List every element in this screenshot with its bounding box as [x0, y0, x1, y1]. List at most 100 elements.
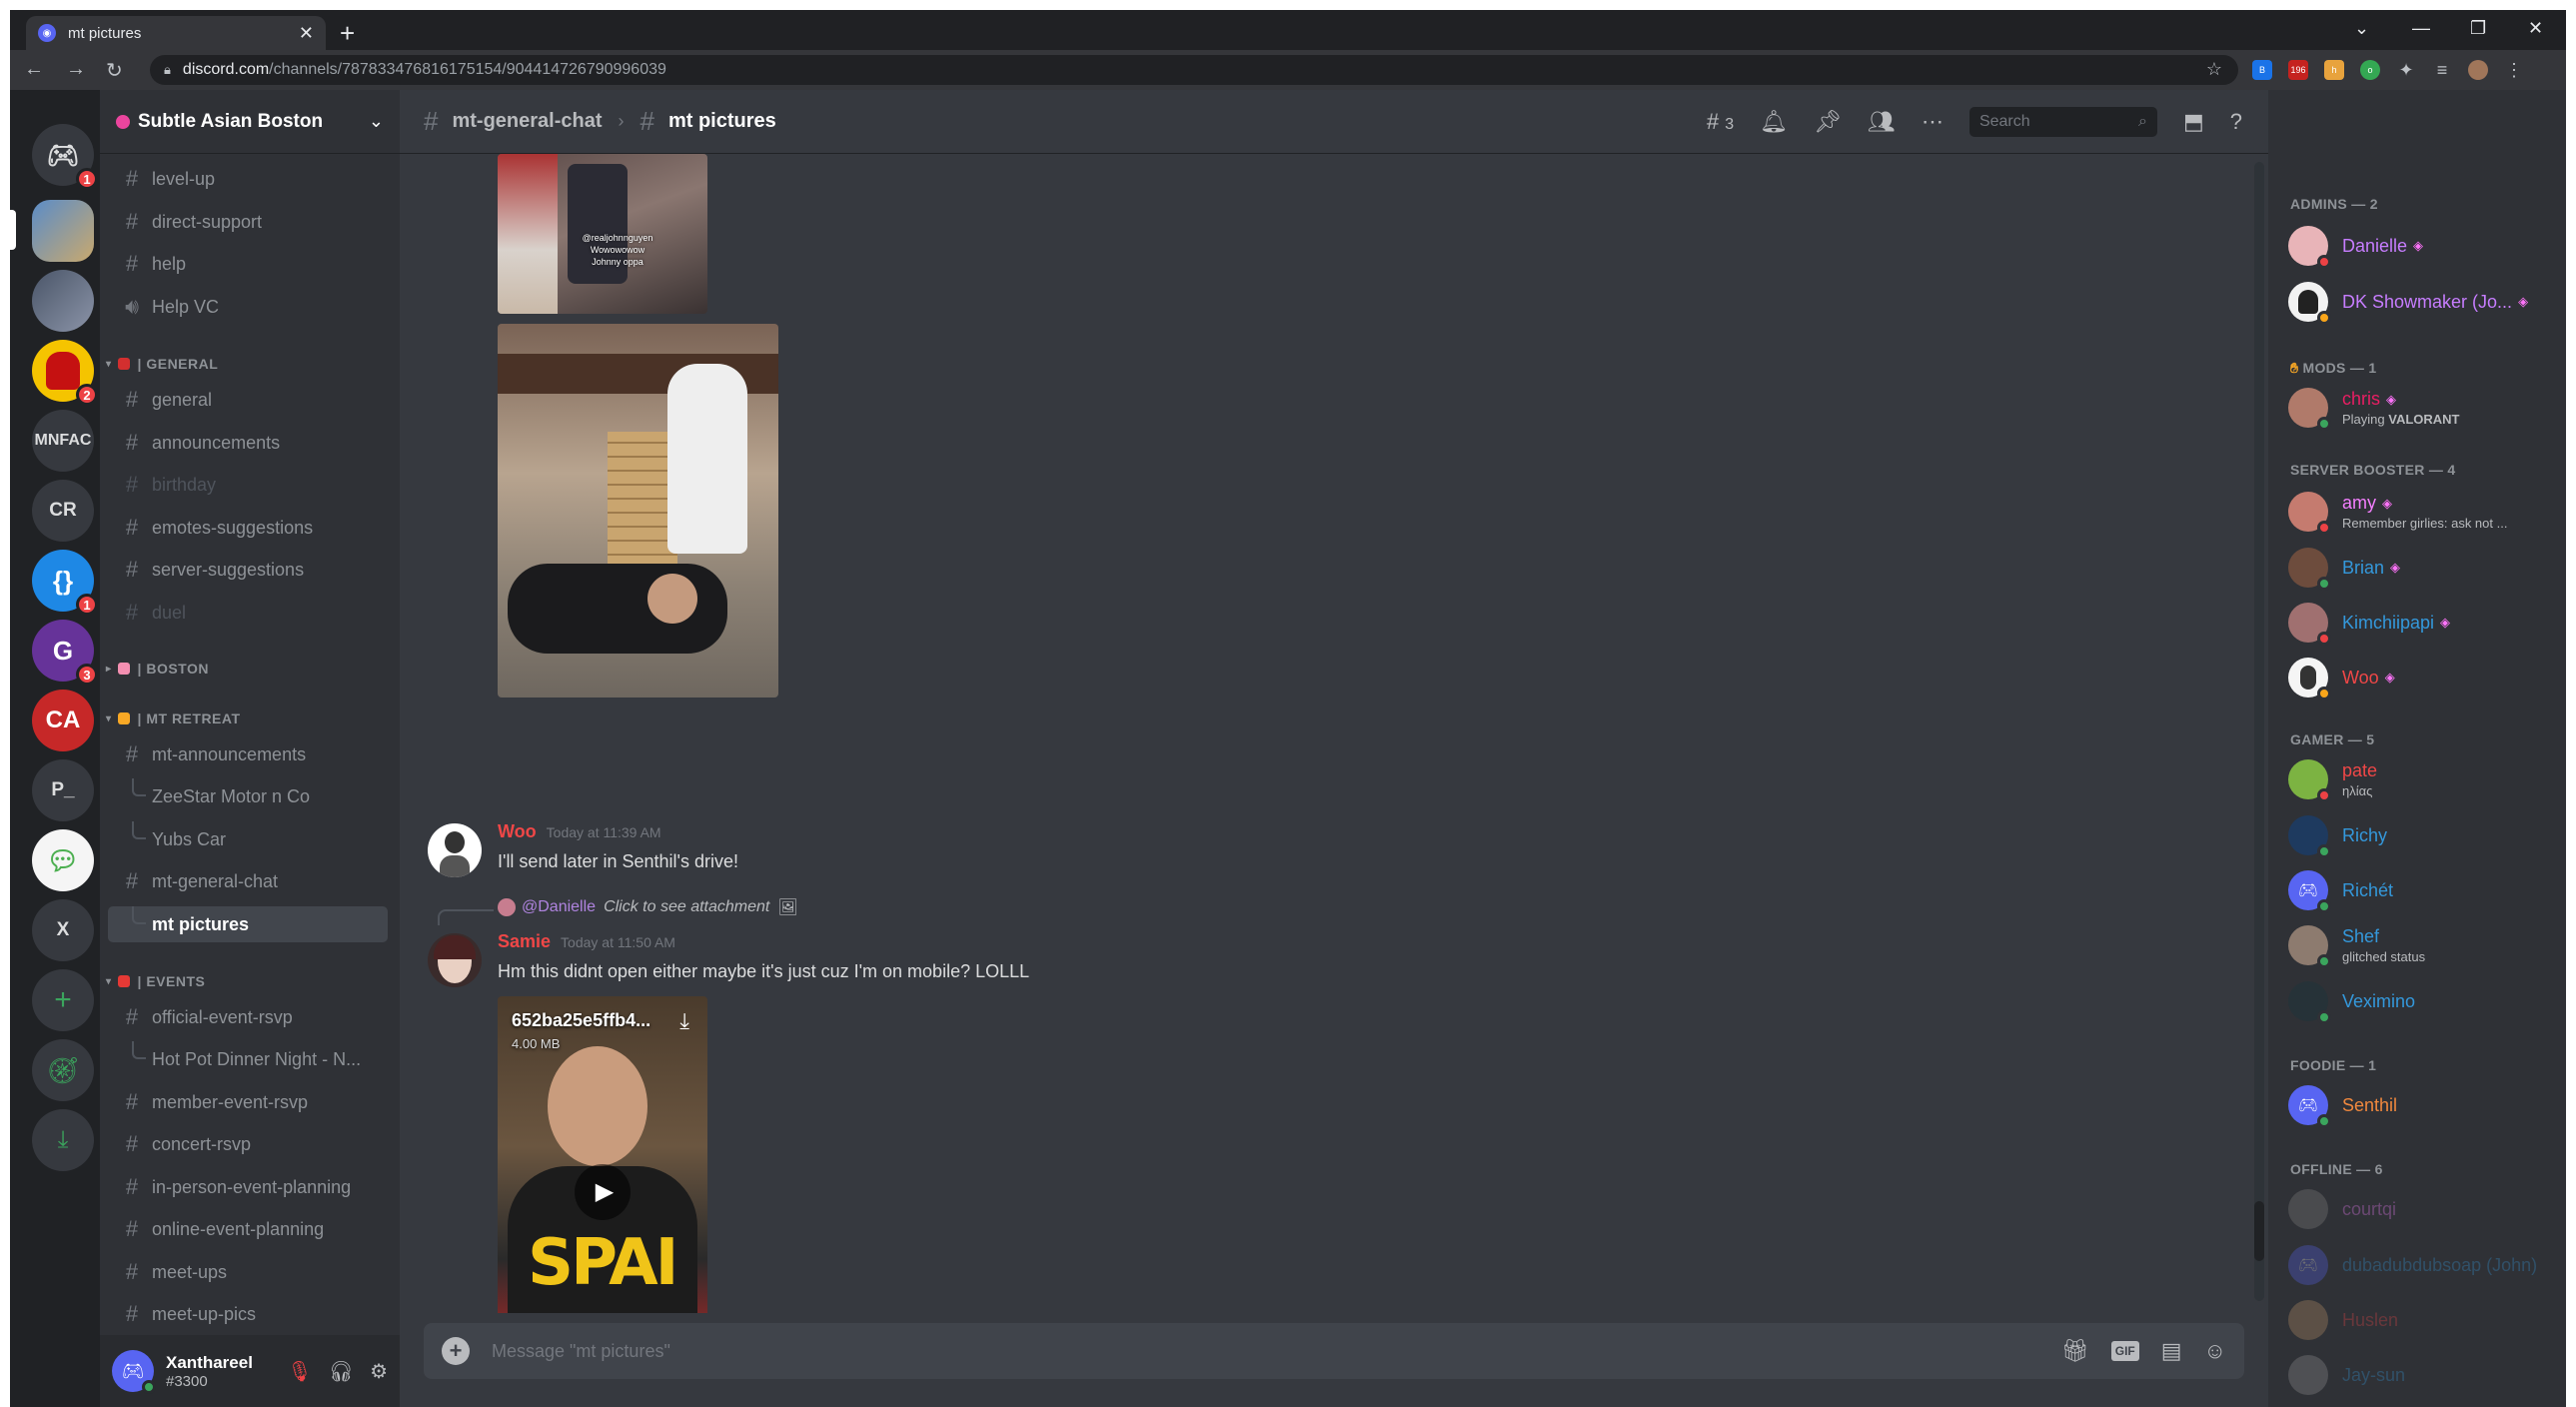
channel-mt-general-chat[interactable]: # mt-general-chat: [108, 863, 388, 899]
member-courtqi[interactable]: courtqi: [2288, 1185, 2558, 1233]
category-general[interactable]: ▾ | GENERAL: [106, 356, 218, 372]
channel-concert-rsvp[interactable]: # concert-rsvp: [108, 1126, 388, 1162]
member-richet[interactable]: 🎮︎ Richét: [2288, 866, 2558, 914]
message-input[interactable]: Message "mt pictures": [492, 1341, 2039, 1362]
member-amy[interactable]: amy ◈ Remember girlies: ask not ...: [2288, 488, 2558, 536]
channel-duel[interactable]: # duel: [108, 595, 388, 631]
reload-button[interactable]: ↻: [106, 58, 123, 83]
message-scrollbar[interactable]: [2254, 162, 2264, 1301]
image-attachment[interactable]: [498, 324, 778, 698]
message-author[interactable]: Samie: [498, 931, 551, 952]
user-avatar[interactable]: 🎮︎: [112, 1350, 156, 1394]
image-attachment[interactable]: @realjohnnguyen Wowowowow Johnny oppa: [498, 154, 707, 314]
channel-in-person-event-planning[interactable]: # in-person-event-planning: [108, 1169, 388, 1205]
user-info[interactable]: Xanthareel #3300: [166, 1353, 271, 1390]
extension-honey-icon[interactable]: h: [2324, 60, 2344, 80]
gif-button[interactable]: GIF: [2110, 1341, 2139, 1361]
category-boston[interactable]: ▸ | BOSTON: [106, 661, 209, 677]
server-icon-cr[interactable]: CR: [32, 480, 94, 542]
member-dubadubdubsoap[interactable]: 🎮︎ dubadubdubsoap (John): [2288, 1241, 2558, 1289]
channel-emotes-suggestions[interactable]: # emotes-suggestions: [108, 510, 388, 546]
channel-online-event-planning[interactable]: # online-event-planning: [108, 1211, 388, 1247]
server-icon-mnfac[interactable]: MNFAC: [32, 410, 94, 472]
help-icon[interactable]: ?: [2230, 109, 2242, 135]
user-avatar[interactable]: [428, 823, 482, 877]
member-dk-showmaker[interactable]: DK Showmaker (Jo... ◈: [2288, 278, 2558, 326]
address-bar[interactable]: 🔒︎ discord.com/channels/7878334768161751…: [150, 55, 2238, 85]
tab-search-icon[interactable]: ⌄: [2354, 18, 2369, 39]
new-tab-button[interactable]: +: [340, 20, 355, 46]
member-veximino[interactable]: Veximino: [2288, 977, 2558, 1025]
channel-help-vc[interactable]: 🔊︎ Help VC: [108, 289, 388, 325]
member-richy[interactable]: Richy: [2288, 811, 2558, 859]
channel-announcements[interactable]: # announcements: [108, 425, 388, 461]
parent-channel-name[interactable]: mt-general-chat: [452, 110, 602, 133]
channel-mt-announcements[interactable]: # mt-announcements: [108, 736, 388, 772]
extension-adblock-icon[interactable]: 196: [2288, 60, 2308, 80]
scrollbar-thumb[interactable]: [2254, 1201, 2264, 1261]
channel-meet-up-pics[interactable]: # meet-up-pics: [108, 1296, 388, 1332]
channel-general[interactable]: # general: [108, 382, 388, 418]
channel-server-suggestions[interactable]: # server-suggestions: [108, 552, 388, 588]
server-icon-p[interactable]: P_: [32, 759, 94, 821]
profile-avatar[interactable]: [2468, 60, 2488, 80]
server-icon-ca[interactable]: CA: [32, 690, 94, 751]
browser-tab[interactable]: ◉ mt pictures ✕: [26, 16, 326, 50]
download-apps-icon[interactable]: ⤓: [32, 1109, 94, 1171]
category-mt-retreat[interactable]: ▾ | MT RETREAT: [106, 710, 241, 726]
play-button-icon[interactable]: ▶: [575, 1163, 631, 1220]
threads-icon[interactable]: #3: [1707, 109, 1734, 135]
channel-help[interactable]: # help: [108, 246, 388, 282]
server-icon-among-us[interactable]: 2: [32, 340, 98, 406]
restore-button[interactable]: ❐: [2470, 18, 2486, 39]
server-icon-chat[interactable]: 💬︎: [32, 829, 94, 891]
channel-official-event-rsvp[interactable]: # official-event-rsvp: [108, 999, 388, 1035]
mute-microphone-icon[interactable]: 🎙︎: [287, 1359, 312, 1384]
search-input[interactable]: Search ⌕: [1968, 107, 2157, 137]
extension-bitwarden-icon[interactable]: B: [2252, 60, 2272, 80]
channel-meet-ups[interactable]: # meet-ups: [108, 1254, 388, 1290]
thread-yubs-car[interactable]: Yubs Car: [108, 821, 388, 857]
more-options-icon[interactable]: ⋯: [1922, 109, 1943, 135]
browser-menu-icon[interactable]: ⋮: [2504, 60, 2524, 80]
channel-direct-support[interactable]: # direct-support: [108, 204, 388, 240]
emoji-picker-icon[interactable]: ☺: [2204, 1338, 2226, 1364]
video-attachment[interactable]: SPAI 652ba25e5ffb4... 4.00 MB ⤓ ▶: [498, 996, 707, 1313]
thread-zeestar[interactable]: ZeeStar Motor n Co: [108, 778, 388, 814]
back-button[interactable]: ←: [24, 58, 44, 81]
download-icon[interactable]: ⤓: [679, 1008, 689, 1034]
member-list-icon[interactable]: 👥︎: [1868, 109, 1896, 135]
user-avatar[interactable]: [428, 933, 482, 987]
pin-icon[interactable]: 📌︎: [1814, 109, 1842, 135]
member-woo[interactable]: Woo ◈: [2288, 654, 2558, 702]
channel-birthday[interactable]: # birthday: [108, 467, 388, 503]
extensions-puzzle-icon[interactable]: ✦: [2396, 60, 2416, 80]
explore-servers-icon[interactable]: 🧭︎: [32, 1039, 94, 1101]
channel-level-up[interactable]: # level-up: [108, 161, 388, 197]
inbox-icon[interactable]: ⬒: [2183, 109, 2204, 135]
add-server-icon[interactable]: +: [32, 969, 94, 1031]
channel-member-event-rsvp[interactable]: # member-event-rsvp: [108, 1084, 388, 1120]
member-jay-sun[interactable]: Jay-sun: [2288, 1351, 2558, 1399]
message-author[interactable]: Woo: [498, 821, 537, 842]
member-brian[interactable]: Brian ◈: [2288, 544, 2558, 592]
settings-gear-icon[interactable]: ⚙︎: [370, 1359, 388, 1384]
member-senthil[interactable]: 🎮︎ Senthil: [2288, 1081, 2558, 1129]
bookmark-star-icon[interactable]: ☆: [2206, 59, 2222, 80]
category-events[interactable]: ▾ | EVENTS: [106, 973, 205, 989]
member-chris[interactable]: chris ◈ Playing VALORANT: [2288, 384, 2558, 432]
server-header[interactable]: Subtle Asian Boston ⌄: [100, 90, 400, 154]
gift-icon[interactable]: 🎁︎: [2061, 1338, 2089, 1364]
member-kimchiipapi[interactable]: Kimchiipapi ◈: [2288, 599, 2558, 647]
server-icon-group-photo[interactable]: [32, 270, 94, 332]
extension-circle-icon[interactable]: o: [2360, 60, 2380, 80]
minimize-button[interactable]: —: [2412, 18, 2430, 39]
reading-list-icon[interactable]: ≡: [2432, 60, 2452, 80]
reply-preview[interactable]: @Danielle Click to see attachment 🖼︎: [438, 897, 798, 925]
server-icon-brackets[interactable]: {} 1: [32, 550, 98, 616]
sticker-icon[interactable]: ▤: [2161, 1338, 2182, 1364]
home-button[interactable]: 🎮︎ 1: [32, 124, 98, 190]
close-tab-icon[interactable]: ✕: [299, 23, 314, 44]
server-icon-gatsby[interactable]: G 3: [32, 620, 98, 686]
thread-hot-pot-dinner[interactable]: Hot Pot Dinner Night - N...: [108, 1041, 388, 1077]
